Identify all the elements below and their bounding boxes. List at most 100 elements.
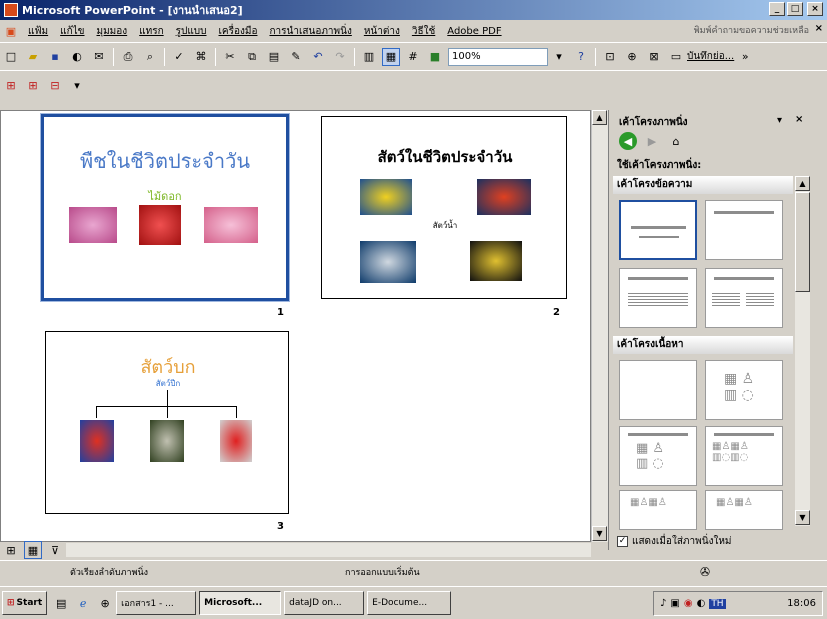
menu-tools[interactable]: เครื่องมือ xyxy=(213,24,264,39)
scroll-down-arrow-icon[interactable]: ▼ xyxy=(592,526,607,541)
reviewing-toolbar: ⊞ ⊞ ⊟ ▾ xyxy=(0,70,827,100)
print-icon[interactable]: ⎙ xyxy=(119,48,137,66)
pane-nav: ◀ ▶ ⌂ xyxy=(617,132,687,150)
print-preview-icon[interactable]: ⌕ xyxy=(141,48,159,66)
back-icon[interactable]: ◀ xyxy=(619,132,637,150)
forward-icon[interactable]: ▶ xyxy=(643,132,661,150)
speaker-icon[interactable]: ♪ xyxy=(660,598,666,609)
lang-indicator[interactable]: TH xyxy=(709,598,726,609)
spelling-icon[interactable]: ✓ xyxy=(170,48,188,66)
save-icon[interactable]: ▪ xyxy=(46,48,64,66)
layout-line xyxy=(628,277,688,280)
pdf-icon-1[interactable]: ⊞ xyxy=(2,77,20,95)
outlook-icon[interactable]: ⊕ xyxy=(96,594,114,612)
show-on-insert-checkbox[interactable]: ✓ xyxy=(617,536,628,547)
zoom-dropdown-icon[interactable]: ▾ xyxy=(550,48,568,66)
show-formatting-icon[interactable]: ⊡ xyxy=(601,48,619,66)
vertical-scrollbar[interactable]: ▲ ▼ xyxy=(591,110,608,542)
connector-line xyxy=(167,390,168,406)
help-question-box[interactable]: พิมพ์คำถามขอความช่วยเหลือ xyxy=(694,23,809,37)
menu-slideshow[interactable]: การนำเสนอภาพนิ่ง xyxy=(263,24,357,39)
copy-icon[interactable]: ⧉ xyxy=(243,48,261,66)
layout-title-content-2[interactable]: ▦♙▦♙ xyxy=(619,490,697,530)
layout-title-only[interactable] xyxy=(705,200,783,260)
paste-icon[interactable]: ▤ xyxy=(265,48,283,66)
permission-icon[interactable]: ◐ xyxy=(68,48,86,66)
menu-window[interactable]: หน้าต่าง xyxy=(358,24,406,39)
network-icon[interactable]: ▣ xyxy=(670,598,679,609)
close-button[interactable]: × xyxy=(807,2,823,16)
maximize-button[interactable]: □ xyxy=(787,2,803,16)
pane-close-icon[interactable]: × xyxy=(795,114,803,125)
layout-scrollbar[interactable]: ▲ ▼ xyxy=(795,176,810,526)
normal-view-icon[interactable]: ⊞ xyxy=(2,541,20,559)
slide-design-icon[interactable]: ⊠ xyxy=(645,48,663,66)
slide-subtitle: ไม้ดอก xyxy=(148,190,182,203)
insert-table-icon[interactable]: ▦ xyxy=(382,47,400,66)
layout-blank[interactable] xyxy=(619,360,697,420)
format-painter-icon[interactable]: ✎ xyxy=(287,48,305,66)
slide-sorter-view-icon[interactable]: ▦ xyxy=(24,541,42,559)
toolbar-options-icon[interactable]: ▾ xyxy=(68,77,86,95)
menu-help[interactable]: วิธีใช้ xyxy=(406,24,441,39)
scroll-thumb[interactable] xyxy=(795,192,810,292)
powerpoint-app-icon[interactable] xyxy=(4,3,18,17)
layout-title-text[interactable] xyxy=(619,268,697,328)
scroll-up-arrow-icon[interactable]: ▲ xyxy=(592,110,607,125)
new-slide-icon[interactable]: ⊕ xyxy=(623,48,641,66)
close-doc-icon[interactable]: × xyxy=(815,23,823,34)
slide-number: 3 xyxy=(277,521,284,532)
sync-icon[interactable]: ◐ xyxy=(697,598,706,609)
insert-chart-icon[interactable]: ▥ xyxy=(360,48,378,66)
slide-thumbnail-3[interactable]: สัตว์บก สัตว์ปีก xyxy=(45,331,289,514)
slide-sorter-pane[interactable]: พืชในชีวิตประจำวัน ไม้ดอก 1 สัตว์ในชีวิต… xyxy=(0,110,591,542)
start-button[interactable]: ⊞ Start xyxy=(2,591,48,615)
horizontal-scrollbar[interactable] xyxy=(66,543,591,557)
layout-two-content[interactable]: ▦♙▦♙ ▥◌▥◌ xyxy=(705,426,783,486)
layout-title-slide[interactable] xyxy=(619,200,697,260)
task-word-doc[interactable]: เอกสาร1 - ... xyxy=(116,591,197,615)
cut-icon[interactable]: ✂ xyxy=(221,48,239,66)
pane-dropdown-icon[interactable]: ▾ xyxy=(777,115,782,126)
layout-four-content[interactable]: ▦♙▦♙ xyxy=(705,490,783,530)
doc-menu-icon[interactable]: ▣ xyxy=(2,22,20,40)
comment-label[interactable]: บันทึกย่อ... xyxy=(687,49,734,64)
undo-icon[interactable]: ↶ xyxy=(309,48,327,66)
redo-icon[interactable]: ↷ xyxy=(331,48,349,66)
task-edocument[interactable]: E-Docume... xyxy=(367,591,452,615)
pdf-icon-3[interactable]: ⊟ xyxy=(46,77,64,95)
task-datajd[interactable]: dataJD on... xyxy=(284,591,365,615)
ie-icon[interactable]: ℯ xyxy=(74,594,92,612)
scroll-up-arrow-icon[interactable]: ▲ xyxy=(795,176,810,191)
layout-title-content[interactable]: ▦ ♙ ▥ ◌ xyxy=(619,426,697,486)
help-icon[interactable]: ? xyxy=(572,48,590,66)
email-icon[interactable]: ✉ xyxy=(90,48,108,66)
slide-thumbnail-2[interactable]: สัตว์ในชีวิตประจำวัน สัตว์น้ำ xyxy=(321,116,567,299)
menu-insert[interactable]: แทรก xyxy=(133,24,169,39)
zoom-combo[interactable]: 100% xyxy=(448,47,548,66)
menu-edit[interactable]: แก้ไข xyxy=(54,24,90,39)
menu-format[interactable]: รูปแบบ xyxy=(170,24,213,39)
minimize-button[interactable]: _ xyxy=(769,2,785,16)
toolbar-options-icon[interactable]: » xyxy=(736,48,754,66)
quicklaunch-icon[interactable]: ▤ xyxy=(52,594,70,612)
antivirus-icon[interactable]: ◉ xyxy=(684,598,693,609)
scroll-down-arrow-icon[interactable]: ▼ xyxy=(795,510,810,525)
task-powerpoint[interactable]: Microsoft... xyxy=(199,591,282,615)
color-grayscale-icon[interactable]: ■ xyxy=(426,48,444,66)
comment-icon[interactable]: ▭ xyxy=(667,48,685,66)
home-icon[interactable]: ⌂ xyxy=(667,132,685,150)
new-icon[interactable]: □ xyxy=(2,48,20,66)
spelling-status-icon[interactable]: ✇ xyxy=(700,565,710,579)
open-icon[interactable]: ▰ xyxy=(24,48,42,66)
research-icon[interactable]: ⌘ xyxy=(192,48,210,66)
layout-two-column-text[interactable] xyxy=(705,268,783,328)
pdf-icon-2[interactable]: ⊞ xyxy=(24,77,42,95)
slideshow-view-icon[interactable]: ⊽ xyxy=(46,541,64,559)
menu-view[interactable]: มุมมอง xyxy=(91,24,134,39)
menu-file[interactable]: แฟ้ม xyxy=(22,24,54,39)
menu-adobe-pdf[interactable]: Adobe PDF xyxy=(441,26,507,37)
grid-icon[interactable]: # xyxy=(404,48,422,66)
layout-content[interactable]: ▦ ♙ ▥ ◌ xyxy=(705,360,783,420)
slide-thumbnail-1[interactable]: พืชในชีวิตประจำวัน ไม้ดอก xyxy=(40,113,290,302)
